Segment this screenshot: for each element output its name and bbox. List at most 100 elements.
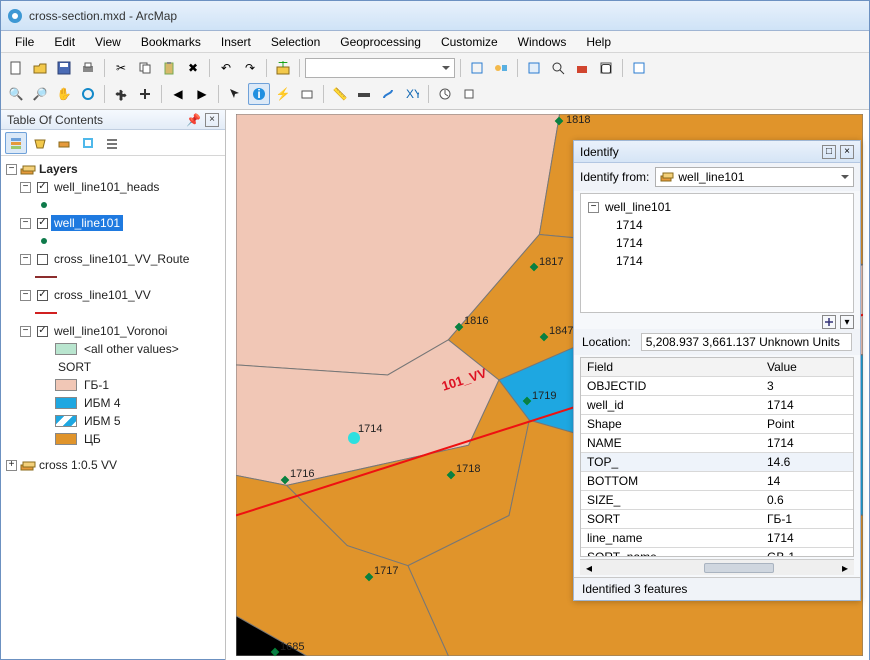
- voronoi-v4[interactable]: ЦБ: [81, 431, 104, 447]
- identify-location-tool-icon[interactable]: [822, 315, 836, 329]
- list-by-selection-icon[interactable]: [77, 132, 99, 154]
- html-popup-icon[interactable]: [296, 83, 318, 105]
- add-data-button[interactable]: ＋: [272, 57, 294, 79]
- zoom-in-button[interactable]: 🔍: [5, 83, 27, 105]
- menu-insert[interactable]: Insert: [213, 33, 259, 51]
- dataframe-cross[interactable]: cross 1:0.5 VV: [36, 457, 120, 473]
- expand-icon[interactable]: −: [20, 254, 31, 265]
- horizontal-scrollbar[interactable]: ◂▸: [580, 559, 854, 575]
- root-layers[interactable]: Layers: [36, 161, 81, 177]
- expand-icon[interactable]: −: [6, 164, 17, 175]
- layer-checkbox[interactable]: [37, 218, 48, 229]
- model-builder-icon[interactable]: [490, 57, 512, 79]
- cut-button[interactable]: ✂: [110, 57, 132, 79]
- identify-tree-item[interactable]: 1714: [613, 235, 646, 251]
- expand-icon[interactable]: −: [20, 326, 31, 337]
- identify-from-combo[interactable]: well_line101: [655, 167, 854, 187]
- scrollbar-thumb[interactable]: [704, 563, 774, 573]
- layer-checkbox[interactable]: [37, 326, 48, 337]
- list-by-source-icon[interactable]: [29, 132, 51, 154]
- menu-bookmarks[interactable]: Bookmarks: [133, 33, 209, 51]
- full-extent-button[interactable]: [77, 83, 99, 105]
- layer-voronoi[interactable]: well_line101_Voronoi: [51, 323, 170, 339]
- arc-toolbox-icon[interactable]: [571, 57, 593, 79]
- map-view[interactable]: 1818 1817 1816 1847 1719 1714 1716 1718 …: [226, 110, 869, 660]
- expand-icon[interactable]: −: [20, 218, 31, 229]
- time-slider-icon[interactable]: [434, 83, 456, 105]
- undo-button[interactable]: ↶: [215, 57, 237, 79]
- menu-windows[interactable]: Windows: [510, 33, 575, 51]
- viewer-window-icon[interactable]: [458, 83, 480, 105]
- layer-well-heads[interactable]: well_line101_heads: [51, 179, 162, 195]
- layer-cross-route[interactable]: cross_line101_VV_Route: [51, 251, 192, 267]
- col-field[interactable]: Field: [581, 358, 761, 377]
- delete-button[interactable]: ✖: [182, 57, 204, 79]
- next-extent-button[interactable]: ▶: [191, 83, 213, 105]
- menu-geoprocessing[interactable]: Geoprocessing: [332, 33, 429, 51]
- scale-combo[interactable]: [305, 58, 455, 78]
- open-button[interactable]: [29, 57, 51, 79]
- toc-tree[interactable]: − Layers − well_line101_heads − well_line1…: [1, 156, 225, 660]
- toc-options-icon[interactable]: [101, 132, 123, 154]
- expand-icon[interactable]: −: [20, 290, 31, 301]
- georeferencing-icon[interactable]: [628, 57, 650, 79]
- editor-toolbar-icon[interactable]: [466, 57, 488, 79]
- voronoi-v3[interactable]: ИБМ 5: [81, 413, 124, 429]
- redo-button[interactable]: ↷: [239, 57, 261, 79]
- table-of-contents-panel: Table Of Contents 📌 × − Layers −well_lin…: [1, 110, 226, 660]
- select-elements-button[interactable]: [224, 83, 246, 105]
- identify-from-label: Identify from:: [580, 170, 649, 184]
- fixed-zoom-in-icon[interactable]: [110, 83, 132, 105]
- identify-button[interactable]: i: [248, 83, 270, 105]
- measure-icon[interactable]: 📏: [329, 83, 351, 105]
- identify-tree-item[interactable]: 1714: [613, 253, 646, 269]
- identify-attributes-table[interactable]: FieldValue OBJECTID3 well_id1714 ShapePo…: [580, 357, 854, 557]
- expand-icon[interactable]: +: [6, 460, 17, 471]
- hyperlink-icon[interactable]: ⚡: [272, 83, 294, 105]
- identify-close-button[interactable]: ×: [840, 145, 854, 159]
- voronoi-v1[interactable]: ГБ-1: [81, 377, 112, 393]
- identify-tree-item[interactable]: 1714: [613, 217, 646, 233]
- fixed-zoom-out-icon[interactable]: [134, 83, 156, 105]
- list-by-visibility-icon[interactable]: [53, 132, 75, 154]
- catalog-window-icon[interactable]: [523, 57, 545, 79]
- layer-checkbox[interactable]: [37, 182, 48, 193]
- attr-value: ГБ-1: [761, 510, 853, 529]
- new-doc-button[interactable]: [5, 57, 27, 79]
- expand-icon[interactable]: −: [20, 182, 31, 193]
- save-button[interactable]: [53, 57, 75, 79]
- identify-tree[interactable]: −well_line101 1714 1714 1714: [580, 193, 854, 313]
- menu-edit[interactable]: Edit: [46, 33, 83, 51]
- find-button[interactable]: [353, 83, 375, 105]
- voronoi-default[interactable]: <all other values>: [81, 341, 182, 357]
- pan-button[interactable]: ✋: [53, 83, 75, 105]
- print-button[interactable]: [77, 57, 99, 79]
- menu-customize[interactable]: Customize: [433, 33, 506, 51]
- menu-selection[interactable]: Selection: [263, 33, 328, 51]
- prev-extent-button[interactable]: ◀: [167, 83, 189, 105]
- identify-tree-root[interactable]: well_line101: [602, 199, 674, 215]
- layer-well-line101[interactable]: well_line101: [51, 215, 123, 231]
- layer-checkbox[interactable]: [37, 290, 48, 301]
- copy-button[interactable]: [134, 57, 156, 79]
- expand-icon[interactable]: −: [588, 202, 599, 213]
- identify-title-bar[interactable]: Identify □ ×: [574, 141, 860, 163]
- layer-cross-vv[interactable]: cross_line101_VV: [51, 287, 154, 303]
- python-window-icon[interactable]: ▢: [595, 57, 617, 79]
- toc-close-button[interactable]: ×: [205, 113, 219, 127]
- paste-button[interactable]: [158, 57, 180, 79]
- goto-xy-button[interactable]: XY: [401, 83, 423, 105]
- menu-help[interactable]: Help: [578, 33, 619, 51]
- find-route-icon[interactable]: [377, 83, 399, 105]
- menu-file[interactable]: File: [7, 33, 42, 51]
- search-window-icon[interactable]: [547, 57, 569, 79]
- pin-icon[interactable]: 📌: [186, 113, 201, 127]
- list-by-drawing-order-icon[interactable]: [5, 132, 27, 154]
- identify-restore-button[interactable]: □: [822, 145, 836, 159]
- layer-checkbox[interactable]: [37, 254, 48, 265]
- voronoi-v2[interactable]: ИБМ 4: [81, 395, 124, 411]
- identify-more-icon[interactable]: ▾: [840, 315, 854, 329]
- zoom-out-button[interactable]: 🔎: [29, 83, 51, 105]
- menu-view[interactable]: View: [87, 33, 129, 51]
- col-value[interactable]: Value: [761, 358, 853, 377]
